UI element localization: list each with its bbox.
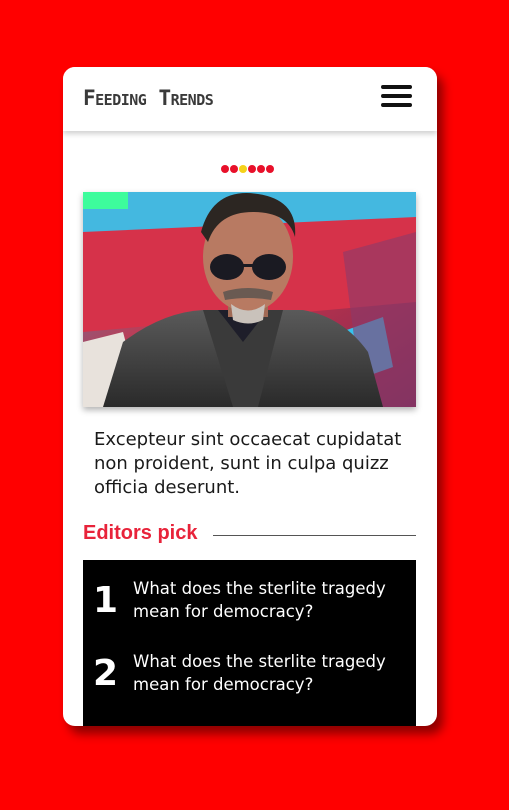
editors-pick-list: 1 What does the sterlite tragedy mean fo… xyxy=(83,560,416,726)
editors-pick-item[interactable]: 1 What does the sterlite tragedy mean fo… xyxy=(83,574,416,634)
carousel-dot[interactable] xyxy=(221,165,229,173)
hero-image[interactable] xyxy=(83,192,416,407)
pick-title[interactable]: What does the sterlite tragedy mean for … xyxy=(133,577,408,623)
editors-pick-title: Editors pick xyxy=(83,522,198,544)
carousel-indicator xyxy=(221,165,274,173)
pick-title[interactable]: What does the sterlite tragedy mean for … xyxy=(133,650,408,696)
editors-pick-header: Editors pick xyxy=(83,522,416,550)
app-header: Feeding Trends xyxy=(63,67,437,131)
app-card: Feeding Trends Excepteur sint occaecat c… xyxy=(63,67,437,726)
carousel-dot[interactable] xyxy=(230,165,238,173)
menu-bar xyxy=(381,103,412,107)
article-caption[interactable]: Excepteur sint occaecat cupidatat non pr… xyxy=(94,428,424,500)
hamburger-menu-icon[interactable] xyxy=(381,85,412,107)
pick-number: 2 xyxy=(93,653,119,694)
carousel-dot[interactable] xyxy=(248,165,256,173)
brand-title[interactable]: Feeding Trends xyxy=(83,86,214,110)
carousel-dot[interactable] xyxy=(257,165,265,173)
menu-bar xyxy=(381,94,412,98)
hero-tag xyxy=(83,192,128,209)
section-divider xyxy=(213,535,416,536)
carousel-dot[interactable] xyxy=(266,165,274,173)
editors-pick-item[interactable]: 2 What does the sterlite tragedy mean fo… xyxy=(83,647,416,707)
hero-photo xyxy=(83,192,416,407)
menu-bar xyxy=(381,85,412,89)
carousel-dot-active[interactable] xyxy=(239,165,247,173)
pick-number: 1 xyxy=(93,580,119,621)
